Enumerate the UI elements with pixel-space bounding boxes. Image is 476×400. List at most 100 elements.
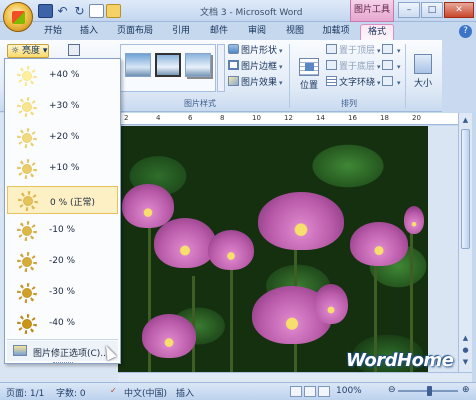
quick-access-toolbar: ↶ ↻ bbox=[38, 4, 121, 18]
tab-mailings[interactable]: 邮件 bbox=[204, 24, 234, 40]
zoom-level[interactable]: 100% bbox=[336, 386, 362, 396]
brightness-sun-icon bbox=[17, 159, 37, 179]
brightness-option[interactable]: +20 % bbox=[7, 124, 118, 152]
tab-page-layout[interactable]: 页面布局 bbox=[112, 24, 158, 40]
brightness-option[interactable]: +30 % bbox=[7, 93, 118, 121]
picture-style-thumbnail[interactable] bbox=[155, 53, 181, 77]
text-wrapping-button[interactable]: 文字环绕 ▾ bbox=[326, 76, 381, 90]
help-icon[interactable]: ? bbox=[459, 25, 472, 38]
compress-pictures-icon[interactable] bbox=[68, 44, 80, 56]
insert-mode-indicator[interactable]: 插入 bbox=[176, 386, 194, 399]
vertical-scrollbar[interactable]: ▲ ▲ ● ▼ bbox=[458, 113, 472, 372]
zoom-slider-knob[interactable] bbox=[427, 386, 432, 396]
group-objects-icon[interactable]: ▾ bbox=[382, 60, 401, 74]
send-to-back-icon bbox=[326, 60, 337, 70]
lotus-photo[interactable] bbox=[118, 126, 428, 372]
open-folder-icon[interactable] bbox=[106, 4, 121, 18]
tab-insert[interactable]: 插入 bbox=[74, 24, 104, 40]
lotus-flower bbox=[258, 192, 344, 250]
bring-to-front-button[interactable]: 置于顶层 ▾ bbox=[326, 44, 381, 58]
picture-styles-gallery bbox=[120, 44, 216, 92]
language-indicator[interactable]: 中文(中国) bbox=[124, 386, 167, 399]
close-button[interactable]: ✕ bbox=[444, 2, 474, 18]
menu-resize-grip[interactable] bbox=[53, 362, 73, 365]
brightness-sun-icon bbox=[17, 66, 37, 86]
brightness-option[interactable]: -10 % bbox=[7, 217, 118, 245]
picture-effects-icon bbox=[228, 76, 239, 86]
picture-shape-button[interactable]: 图片形状 ▾ bbox=[228, 44, 283, 58]
rotate-icon[interactable]: ▾ bbox=[382, 76, 401, 90]
lotus-flower bbox=[208, 230, 254, 270]
send-to-back-button[interactable]: 置于底层 ▾ bbox=[326, 60, 381, 74]
status-bar: 页面: 1/1 字数: 0 ✓ 中文(中国) 插入 100% ⊖ ⊕ bbox=[0, 382, 476, 400]
text-wrapping-label: 文字环绕 bbox=[339, 78, 376, 88]
brightness-sun-icon bbox=[17, 252, 37, 272]
picture-effects-button[interactable]: 图片效果 ▾ bbox=[228, 76, 283, 90]
brightness-button[interactable]: ☼ 亮度 ▾ bbox=[7, 44, 49, 58]
web-layout-icon[interactable] bbox=[318, 386, 330, 397]
picture-border-button[interactable]: 图片边框 ▾ bbox=[228, 60, 283, 74]
brightness-option[interactable]: +10 % bbox=[7, 155, 118, 183]
picture-correction-options-item[interactable]: 图片修正选项(C)... bbox=[7, 341, 118, 361]
office-button[interactable] bbox=[3, 2, 33, 32]
align-icon[interactable]: ▾ bbox=[382, 44, 401, 58]
horizontal-ruler[interactable]: 2 4 6 8 10 12 14 16 18 20 bbox=[118, 113, 458, 125]
text-wrapping-icon bbox=[326, 76, 337, 86]
undo-icon[interactable]: ↶ bbox=[55, 4, 70, 18]
picture-shape-icon bbox=[228, 44, 239, 54]
next-page-icon[interactable]: ▼ bbox=[460, 357, 471, 368]
brightness-option[interactable]: +40 % bbox=[7, 62, 118, 90]
scroll-thumb[interactable] bbox=[461, 129, 470, 249]
brightness-option-label: -40 % bbox=[49, 318, 76, 328]
picture-border-icon bbox=[228, 60, 239, 70]
brightness-option[interactable]: -40 % bbox=[7, 310, 118, 338]
title-bar: ↶ ↻ 文档 3 - Microsoft Word 图片工具 – □ ✕ bbox=[0, 0, 476, 22]
brightness-option-label: +40 % bbox=[49, 70, 80, 80]
word-count[interactable]: 字数: 0 bbox=[56, 386, 86, 399]
tab-addins[interactable]: 加载项 bbox=[318, 24, 354, 40]
gallery-scroll[interactable] bbox=[217, 44, 225, 92]
tab-format[interactable]: 格式 bbox=[360, 24, 394, 40]
spelling-check-icon[interactable]: ✓ bbox=[110, 386, 117, 395]
brightness-sun-icon bbox=[17, 314, 37, 334]
maximize-button[interactable]: □ bbox=[421, 2, 443, 18]
brightness-option[interactable]: -30 % bbox=[7, 279, 118, 307]
new-document-icon[interactable] bbox=[89, 4, 104, 18]
tab-home[interactable]: 开始 bbox=[38, 24, 68, 40]
tab-references[interactable]: 引用 bbox=[166, 24, 196, 40]
ruler-tick: 18 bbox=[380, 114, 389, 122]
zoom-in-icon[interactable]: ⊕ bbox=[462, 385, 470, 395]
previous-page-icon[interactable]: ▲ bbox=[460, 333, 471, 344]
browse-object-icon[interactable]: ● bbox=[460, 345, 471, 356]
brightness-option[interactable]: -20 % bbox=[7, 248, 118, 276]
save-icon[interactable] bbox=[38, 4, 53, 18]
lotus-bud bbox=[314, 284, 348, 324]
ruler-tick: 10 bbox=[252, 114, 261, 122]
picture-style-thumbnail[interactable] bbox=[185, 53, 211, 77]
picture-style-thumbnail[interactable] bbox=[125, 53, 151, 77]
position-icon bbox=[299, 58, 319, 76]
size-button[interactable]: 大小 bbox=[410, 54, 436, 94]
minimize-button[interactable]: – bbox=[398, 2, 420, 18]
flower-stem bbox=[230, 256, 233, 372]
scroll-up-icon[interactable]: ▲ bbox=[460, 115, 471, 126]
position-button[interactable]: 位置 bbox=[294, 58, 324, 96]
redo-icon[interactable]: ↻ bbox=[72, 4, 87, 18]
tab-review[interactable]: 审阅 bbox=[242, 24, 272, 40]
zoom-out-icon[interactable]: ⊖ bbox=[388, 385, 396, 395]
send-to-back-label: 置于底层 bbox=[339, 62, 376, 72]
full-screen-reading-icon[interactable] bbox=[304, 386, 316, 397]
picture-shape-label: 图片形状 bbox=[241, 46, 278, 56]
ruler-tick: 2 bbox=[124, 114, 129, 122]
size-label: 大小 bbox=[413, 79, 432, 89]
tab-view[interactable]: 视图 bbox=[280, 24, 310, 40]
ruler-tick: 12 bbox=[284, 114, 293, 122]
page-count[interactable]: 页面: 1/1 bbox=[6, 386, 44, 399]
lotus-flower bbox=[122, 184, 174, 228]
brightness-option-label: 0 % (正常) bbox=[50, 198, 96, 208]
brightness-option[interactable]: 0 % (正常) bbox=[7, 186, 118, 214]
picture-border-label: 图片边框 bbox=[241, 62, 278, 72]
horizontal-scrollbar[interactable] bbox=[118, 372, 472, 382]
brightness-dropdown-menu: -40 % -30 % -20 % -10 % 0 % (正常) +10 % +20 % +3… bbox=[4, 58, 121, 364]
print-layout-view-icon[interactable] bbox=[290, 386, 302, 397]
